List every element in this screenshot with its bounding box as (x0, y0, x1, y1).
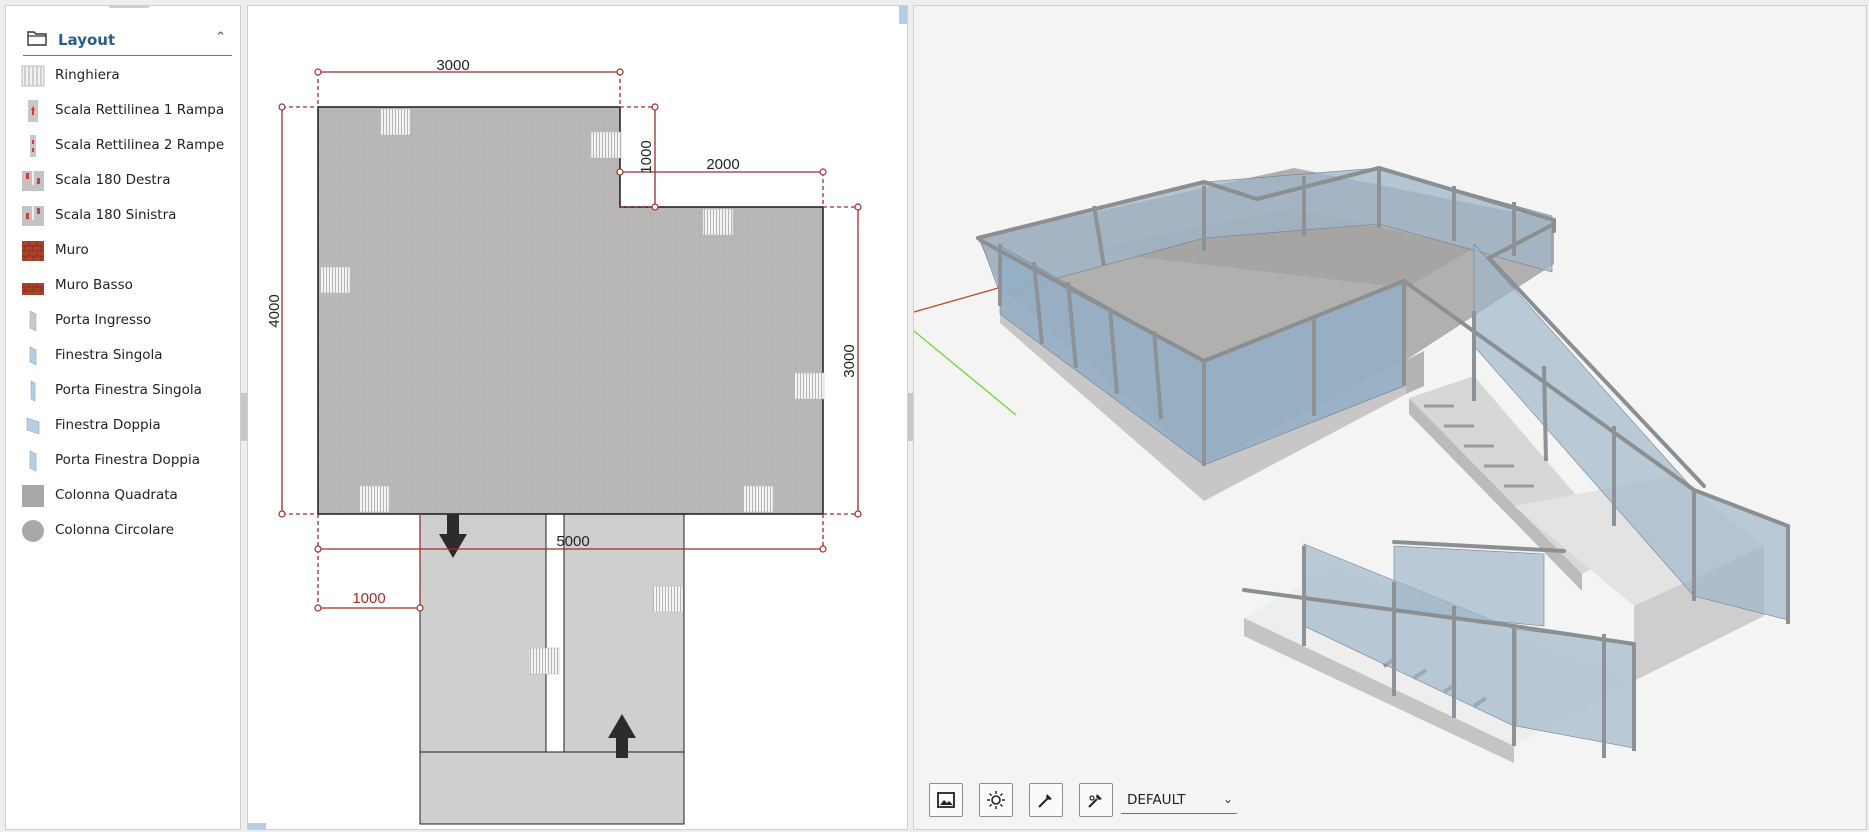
list-item-porta-finestra-doppia[interactable]: Porta Finestra Doppia (6, 443, 242, 478)
straight-stair-icon (28, 100, 38, 122)
list-item-scala-180-sinistra[interactable]: Scala 180 Sinistra (6, 198, 242, 233)
3d-viewport[interactable]: DEFAULT ⌄ (913, 5, 1867, 830)
item-label: Muro (55, 242, 89, 258)
light-icon (987, 791, 1005, 809)
item-label: Finestra Singola (55, 347, 163, 363)
vertical-scrollbar[interactable] (899, 6, 907, 24)
item-label: Muro Basso (55, 277, 133, 293)
round-column-icon (22, 520, 44, 542)
lighting-button[interactable] (979, 783, 1013, 817)
list-item-scala-1-rampa[interactable]: Scala Rettilinea 1 Rampa (6, 93, 242, 128)
item-label: Scala Rettilinea 1 Rampa (55, 102, 225, 118)
item-label: Porta Ingresso (55, 312, 152, 328)
item-label: Porta Finestra Doppia (55, 452, 200, 468)
list-item-colonna-quadrata[interactable]: Colonna Quadrata (6, 478, 242, 513)
list-item-finestra-doppia[interactable]: Finestra Doppia (6, 408, 242, 443)
section-title: Layout (58, 31, 116, 49)
image-icon (937, 792, 955, 808)
render-image-button[interactable] (929, 783, 963, 817)
element-list: Ringhiera Scala Rettilinea 1 Rampa Scala… (6, 58, 242, 548)
dim-left-height: 4000 (266, 294, 283, 327)
item-label: Scala 180 Destra (55, 172, 171, 188)
u-stair-left-icon (22, 206, 44, 226)
double-window-icon (26, 417, 40, 435)
stair-landing[interactable] (419, 751, 685, 825)
y-axis-line (914, 330, 1017, 416)
low-wall-icon (22, 283, 44, 295)
straight-stair-2-icon (30, 135, 36, 157)
item-label: Ringhiera (55, 67, 120, 83)
list-item-scala-2-rampe[interactable]: Scala Rettilinea 2 Rampe (6, 128, 242, 163)
dim-notch-width: 2000 (706, 156, 739, 173)
horizontal-scrollbar[interactable] (248, 823, 266, 829)
dim-right-height: 3000 (841, 344, 858, 377)
dim-notch-height: 1000 (638, 140, 655, 173)
dim-top-width: 3000 (436, 57, 469, 74)
list-item-porta-ingresso[interactable]: Porta Ingresso (6, 303, 242, 338)
dim-stair-offset[interactable]: 1000 (352, 590, 385, 607)
plan-canvas[interactable]: 3000 1000 2000 4000 3000 5000 1000 (248, 6, 908, 830)
preset-value: DEFAULT (1127, 792, 1186, 808)
3d-canvas[interactable] (914, 6, 1867, 830)
double-french-door-icon (29, 450, 37, 472)
list-item-porta-finestra-singola[interactable]: Porta Finestra Singola (6, 373, 242, 408)
single-french-door-icon (30, 380, 36, 402)
dim-bottom-width: 5000 (556, 533, 589, 550)
pipette-settings-icon (1088, 794, 1102, 808)
list-item-muro-basso[interactable]: Muro Basso (6, 268, 242, 303)
item-label: Colonna Quadrata (55, 487, 178, 503)
single-window-icon (29, 346, 37, 366)
floor-plan-view[interactable]: 3000 1000 2000 4000 3000 5000 1000 (247, 5, 908, 830)
item-label: Porta Finestra Singola (55, 382, 202, 398)
railing-icon (21, 65, 45, 87)
preset-select[interactable]: DEFAULT ⌄ (1121, 789, 1237, 814)
panel-tab (109, 6, 149, 8)
list-item-finestra-singola[interactable]: Finestra Singola (6, 338, 242, 373)
item-label: Colonna Circolare (55, 522, 175, 538)
layout-section-header[interactable]: Layout ⌃ (23, 28, 232, 56)
item-label: Scala Rettilinea 2 Rampe (55, 137, 225, 153)
floor-slab[interactable] (317, 106, 824, 515)
chevron-up-icon[interactable]: ⌃ (215, 30, 226, 45)
brick-wall-icon (22, 241, 44, 261)
list-item-ringhiera[interactable]: Ringhiera (6, 58, 242, 93)
square-column-icon (22, 485, 44, 507)
entrance-door-icon (29, 310, 37, 332)
item-label: Scala 180 Sinistra (55, 207, 177, 223)
list-item-colonna-circolare[interactable]: Colonna Circolare (6, 513, 242, 548)
pick-material-button[interactable] (1029, 783, 1063, 817)
list-item-muro[interactable]: Muro (6, 233, 242, 268)
list-item-scala-180-destra[interactable]: Scala 180 Destra (6, 163, 242, 198)
pipette-icon (1038, 794, 1052, 808)
sidebar-panel: Layout ⌃ Ringhiera Scala Rettilinea 1 Ra… (5, 5, 241, 830)
chevron-down-icon: ⌄ (1222, 792, 1233, 806)
folder-icon (27, 31, 47, 46)
item-label: Finestra Doppia (55, 417, 161, 433)
pick-settings-button[interactable] (1079, 783, 1113, 817)
u-stair-right-icon (22, 171, 44, 191)
